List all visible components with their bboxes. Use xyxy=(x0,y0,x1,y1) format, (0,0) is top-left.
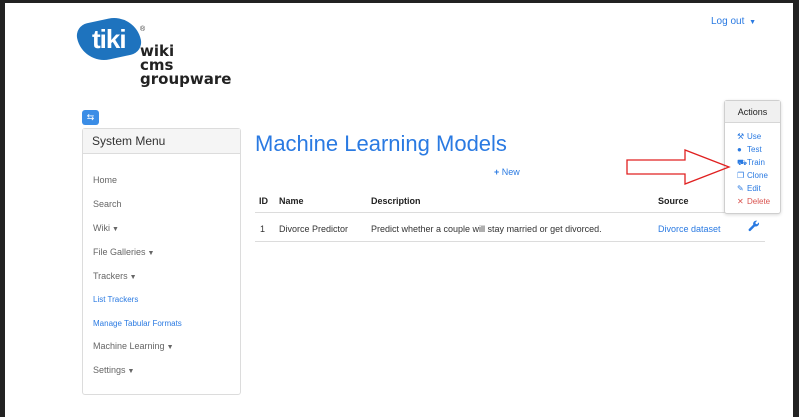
actions-title: Actions xyxy=(725,101,780,123)
menu-item-settings[interactable]: Settings ▼ xyxy=(93,365,134,375)
chevron-down-icon: ▼ xyxy=(749,19,757,26)
column-header-source: Source xyxy=(658,196,689,206)
delete-icon: ✕ xyxy=(737,197,744,206)
cell-id: 1 xyxy=(260,224,266,234)
menu-item-manage-tabular-formats[interactable]: Manage Tabular Formats xyxy=(93,319,182,328)
action-test[interactable]: ● Test xyxy=(737,145,762,154)
page-title: Machine Learning Models xyxy=(255,131,507,156)
menu-item-search[interactable]: Search xyxy=(93,199,122,209)
action-edit[interactable]: ✎ Edit xyxy=(737,184,761,193)
column-header-description: Description xyxy=(371,196,421,206)
menu-item-home[interactable]: Home xyxy=(93,175,117,185)
menu-item-machine-learning[interactable]: Machine Learning ▼ xyxy=(93,341,174,351)
tiki-logo-badge: tiki xyxy=(74,12,144,66)
toggle-modules-icon[interactable]: ⇆ xyxy=(82,110,99,125)
chevron-down-icon: ▼ xyxy=(129,274,137,281)
chevron-down-icon: ▼ xyxy=(166,344,174,351)
logo-wordmark: wiki cms groupware xyxy=(140,42,232,88)
system-menu: System Menu Home Search Wiki ▼ File Galle… xyxy=(82,128,241,395)
cell-description: Predict whether a couple will stay marri… xyxy=(371,224,602,234)
page-frame: tiki ® wiki cms groupware Log out ▼ ⇆ Sy… xyxy=(5,3,793,417)
chevron-down-icon: ▼ xyxy=(127,368,135,375)
annotation-arrow-icon xyxy=(626,149,731,185)
edit-icon: ✎ xyxy=(737,184,744,193)
action-clone[interactable]: ❐ Clone xyxy=(737,171,768,180)
action-train[interactable]: ⛟Train xyxy=(737,158,765,168)
menu-item-list-trackers[interactable]: List Trackers xyxy=(93,295,138,304)
clone-icon: ❐ xyxy=(737,171,745,180)
new-model-button[interactable]: + New xyxy=(494,167,520,177)
header-divider xyxy=(255,212,765,213)
logout-link[interactable]: Log out ▼ xyxy=(711,16,756,27)
action-delete[interactable]: ✕ Delete xyxy=(737,197,770,206)
menu-item-trackers[interactable]: Trackers ▼ xyxy=(93,271,137,281)
menu-item-wiki[interactable]: Wiki ▼ xyxy=(93,223,119,233)
column-header-id: ID xyxy=(259,196,268,206)
wrench-icon: ⚒ xyxy=(737,132,745,141)
menu-item-file-galleries[interactable]: File Galleries ▼ xyxy=(93,247,154,257)
system-menu-title: System Menu xyxy=(83,129,240,154)
cell-name: Divorce Predictor xyxy=(279,224,349,234)
action-use[interactable]: ⚒ Use xyxy=(737,132,761,141)
row-divider xyxy=(255,241,765,242)
plus-icon: + xyxy=(494,167,500,177)
test-icon: ● xyxy=(737,145,742,154)
train-icon: ⛟ xyxy=(737,158,748,167)
tiki-logo[interactable]: tiki ® wiki cms groupware xyxy=(74,12,238,94)
registered-mark: ® xyxy=(140,26,146,33)
source-link[interactable]: Divorce dataset xyxy=(658,224,721,234)
wrench-icon[interactable] xyxy=(748,220,760,232)
chevron-down-icon: ▼ xyxy=(112,226,119,233)
chevron-down-icon: ▼ xyxy=(147,250,155,257)
column-header-name: Name xyxy=(279,196,304,206)
